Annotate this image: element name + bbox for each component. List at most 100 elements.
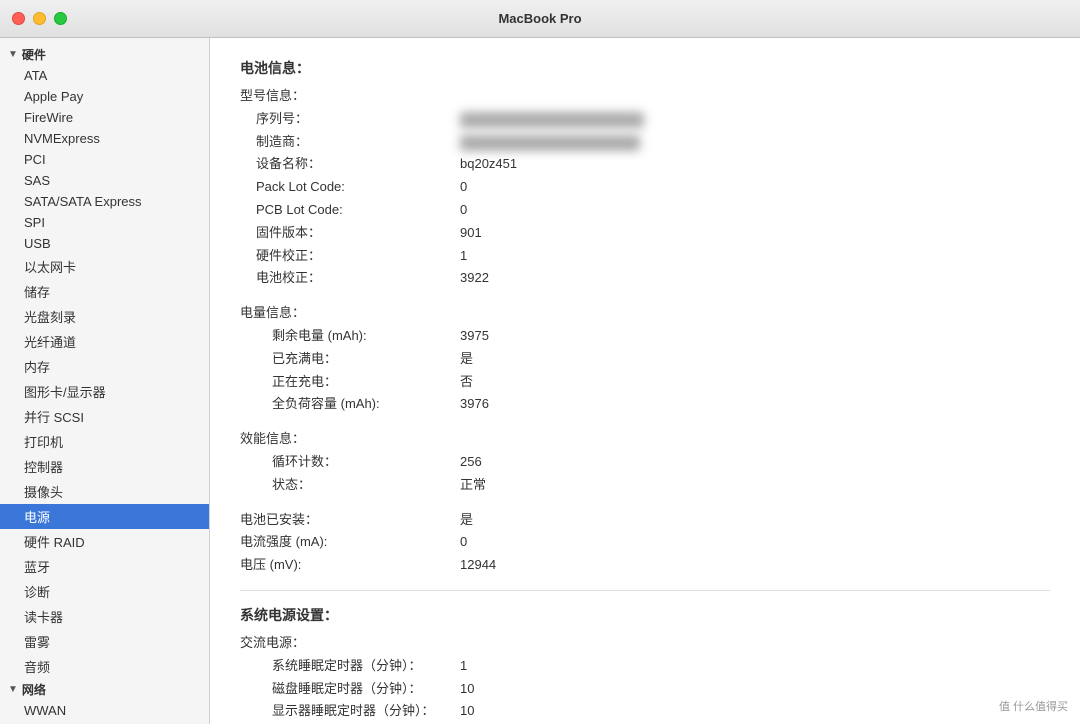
ac-power-row: 交流电源：: [240, 633, 1050, 654]
sidebar-item-fiber[interactable]: 光纤通道: [0, 329, 209, 354]
sidebar-item-firewire[interactable]: FireWire: [0, 107, 209, 128]
sidebar: ▼ 硬件 ATA Apple Pay FireWire NVMExpress P…: [0, 38, 210, 724]
close-button[interactable]: [12, 12, 25, 25]
disk-sleep-row: 磁盘睡眠定时器（分钟）： 10: [240, 679, 1050, 700]
pack-lot-label: Pack Lot Code:: [240, 177, 460, 198]
sidebar-item-power[interactable]: 电源: [0, 504, 209, 529]
sidebar-item-pci[interactable]: PCI: [0, 149, 209, 170]
fully-charged-value: 是: [460, 349, 473, 370]
sidebar-item-optical[interactable]: 光盘刻录: [0, 304, 209, 329]
power-settings-title: 系统电源设置：: [240, 605, 1050, 625]
full-capacity-row: 全负荷容量 (mAh): 3976: [240, 394, 1050, 415]
hw-calibration-value: 1: [460, 246, 467, 267]
cycle-count-label: 循环计数：: [240, 452, 460, 473]
battery-installed-row: 电池已安装： 是: [240, 510, 1050, 531]
perf-section-title: 效能信息：: [240, 429, 460, 450]
sidebar-item-apple-pay[interactable]: Apple Pay: [0, 86, 209, 107]
manufacturer-row: 制造商： ████████████: [240, 132, 1050, 153]
sidebar-item-ethernet[interactable]: 以太网卡: [0, 254, 209, 279]
current-row: 电流强度 (mA): 0: [240, 532, 1050, 553]
sidebar-item-hw-raid[interactable]: 硬件 RAID: [0, 529, 209, 554]
display-sleep-row: 显示器睡眠定时器（分钟）： 10: [240, 701, 1050, 722]
pcb-lot-label: PCB Lot Code:: [240, 200, 460, 221]
perf-title-row: 效能信息：: [240, 429, 1050, 450]
status-label: 状态：: [240, 475, 460, 496]
sidebar-item-audio[interactable]: 音频: [0, 654, 209, 679]
sidebar-item-camera[interactable]: 摄像头: [0, 479, 209, 504]
display-sleep-value: 10: [460, 701, 474, 722]
sidebar-item-sata[interactable]: SATA/SATA Express: [0, 191, 209, 212]
model-info-row: 型号信息：: [240, 86, 1050, 107]
minimize-button[interactable]: [33, 12, 46, 25]
fullscreen-button[interactable]: [54, 12, 67, 25]
sidebar-item-sas[interactable]: SAS: [0, 170, 209, 191]
sidebar-item-nvmexpress[interactable]: NVMExpress: [0, 128, 209, 149]
pack-lot-row: Pack Lot Code: 0: [240, 177, 1050, 198]
remaining-label: 剩余电量 (mAh):: [240, 326, 460, 347]
manufacturer-label: 制造商：: [240, 132, 460, 153]
cycle-count-value: 256: [460, 452, 482, 473]
battery-installed-value: 是: [460, 510, 473, 531]
current-value: 0: [460, 532, 467, 553]
sidebar-section-network[interactable]: ▼ 网络: [0, 679, 209, 700]
sidebar-item-usb[interactable]: USB: [0, 233, 209, 254]
status-value: 正常: [460, 475, 486, 496]
sidebar-item-memory[interactable]: 内存: [0, 354, 209, 379]
system-sleep-value: 1: [460, 656, 467, 677]
sidebar-item-spi[interactable]: SPI: [0, 212, 209, 233]
battery-calibration-row: 电池校正： 3922: [240, 268, 1050, 289]
device-name-row: 设备名称： bq20z451: [240, 154, 1050, 175]
serial-value: ████████████████████: [460, 112, 644, 128]
battery-section-title: 电池信息：: [240, 58, 1050, 78]
sidebar-item-graphics[interactable]: 图形卡/显示器: [0, 379, 209, 404]
main-container: ▼ 硬件 ATA Apple Pay FireWire NVMExpress P…: [0, 38, 1080, 724]
pcb-lot-value: 0: [460, 200, 467, 221]
disk-sleep-value: 10: [460, 679, 474, 700]
sidebar-item-bluetooth[interactable]: 蓝牙: [0, 554, 209, 579]
perf-info-group: 效能信息： 循环计数： 256 状态： 正常: [240, 429, 1050, 495]
device-name-value: bq20z451: [460, 154, 517, 175]
content-area: 电池信息： 型号信息： 序列号： ████████████████████ 制造…: [210, 38, 1080, 724]
fully-charged-row: 已充满电： 是: [240, 349, 1050, 370]
window-title: MacBook Pro: [498, 11, 581, 26]
power-settings-group: 交流电源： 系统睡眠定时器（分钟）： 1 磁盘睡眠定时器（分钟）： 10 显示器…: [240, 633, 1050, 724]
serial-row: 序列号： ████████████████████: [240, 109, 1050, 130]
charging-value: 否: [460, 372, 473, 393]
sidebar-section-hardware[interactable]: ▼ 硬件: [0, 44, 209, 65]
firmware-row: 固件版本： 901: [240, 223, 1050, 244]
extra-battery-group: 电池已安装： 是 电流强度 (mA): 0 电压 (mV): 12944: [240, 510, 1050, 576]
sidebar-item-diagnostics[interactable]: 诊断: [0, 579, 209, 604]
full-capacity-value: 3976: [460, 394, 489, 415]
pack-lot-value: 0: [460, 177, 467, 198]
pcb-lot-row: PCB Lot Code: 0: [240, 200, 1050, 221]
titlebar: MacBook Pro: [0, 0, 1080, 38]
system-sleep-label: 系统睡眠定时器（分钟）：: [240, 656, 460, 677]
serial-label: 序列号：: [240, 109, 460, 130]
model-info-label: 型号信息：: [240, 86, 460, 107]
remaining-row: 剩余电量 (mAh): 3975: [240, 326, 1050, 347]
disk-sleep-label: 磁盘睡眠定时器（分钟）：: [240, 679, 460, 700]
triangle-icon-network: ▼: [8, 684, 18, 695]
sidebar-item-thunderbolt[interactable]: 雷雾: [0, 629, 209, 654]
battery-calibration-label: 电池校正：: [240, 268, 460, 289]
triangle-icon: ▼: [8, 49, 18, 60]
charge-title-row: 电量信息：: [240, 303, 1050, 324]
firmware-value: 901: [460, 223, 482, 244]
battery-calibration-value: 3922: [460, 268, 489, 289]
current-label: 电流强度 (mA):: [240, 532, 460, 553]
voltage-value: 12944: [460, 555, 496, 576]
charge-section-title: 电量信息：: [240, 303, 460, 324]
section-divider: [240, 590, 1050, 591]
firmware-label: 固件版本：: [240, 223, 460, 244]
sidebar-item-ata[interactable]: ATA: [0, 65, 209, 86]
voltage-label: 电压 (mV):: [240, 555, 460, 576]
charging-label: 正在充电：: [240, 372, 460, 393]
sidebar-item-wwan[interactable]: WWAN: [0, 700, 209, 721]
sidebar-item-scsi[interactable]: 并行 SCSI: [0, 404, 209, 429]
sidebar-item-card-reader[interactable]: 读卡器: [0, 604, 209, 629]
display-sleep-label: 显示器睡眠定时器（分钟）：: [240, 701, 460, 722]
sidebar-item-printer[interactable]: 打印机: [0, 429, 209, 454]
traffic-lights: [12, 12, 67, 25]
sidebar-item-storage[interactable]: 储存: [0, 279, 209, 304]
sidebar-item-controller[interactable]: 控制器: [0, 454, 209, 479]
